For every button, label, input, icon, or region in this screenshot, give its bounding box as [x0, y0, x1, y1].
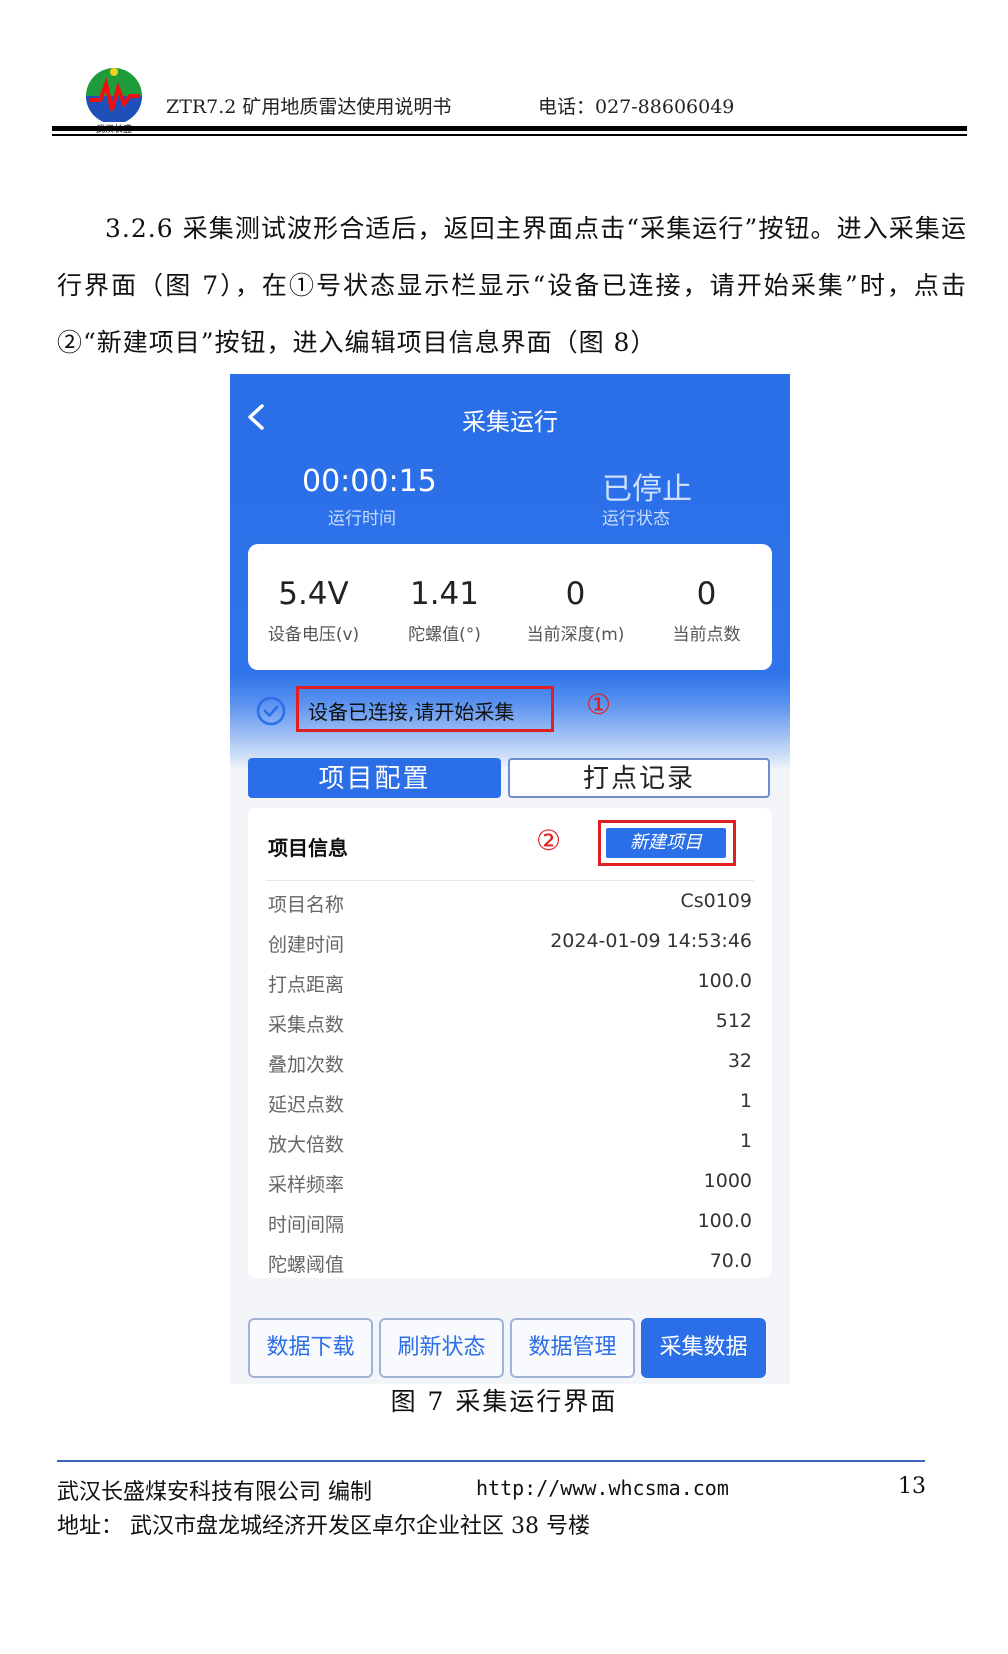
row-key: 延迟点数: [268, 1094, 345, 1116]
footer-rule: [57, 1460, 925, 1462]
collect-data-button[interactable]: 采集数据: [641, 1318, 766, 1378]
metric-label: 当前深度(m): [526, 625, 625, 645]
refresh-status-button[interactable]: 刷新状态: [379, 1318, 504, 1378]
metric-voltage: 5.4V 设备电压(v): [248, 544, 379, 645]
run-time-label: 运行时间: [328, 509, 396, 529]
metric-gyro: 1.41 陀螺值(°): [379, 544, 510, 645]
row-key: 放大倍数: [268, 1134, 345, 1156]
footer-company: 武汉长盛煤安科技有限公司 编制: [57, 1480, 372, 1505]
info-row-stack: 叠加次数 32: [268, 1050, 752, 1080]
info-row-gyro-threshold: 陀螺阈值 70.0: [268, 1250, 752, 1278]
app-screenshot: 采集运行 00:00:15 运行时间 已停止 运行状态 5.4V 设备电压(v)…: [230, 374, 790, 1384]
row-value: 100.0: [697, 1210, 752, 1232]
check-circle-icon: [256, 696, 286, 726]
metric-value: 1.41: [409, 576, 480, 612]
project-info-title: 项目信息: [268, 836, 348, 860]
metric-value: 0: [565, 576, 586, 612]
run-state-label: 运行状态: [602, 509, 670, 529]
row-value: 1000: [703, 1170, 752, 1192]
marker-1: ①: [586, 688, 612, 721]
footer-address: 地址： 武汉市盘龙城经济开发区卓尔企业社区 38 号楼: [57, 1514, 590, 1539]
data-manage-button[interactable]: 数据管理: [510, 1318, 635, 1378]
row-value: 32: [727, 1050, 752, 1072]
doc-title: ZTR7.2 矿用地质雷达使用说明书: [166, 96, 452, 118]
metric-label: 当前点数: [672, 625, 741, 645]
row-key: 时间间隔: [268, 1214, 345, 1236]
tab-point-records[interactable]: 打点记录: [508, 758, 770, 798]
row-value: Cs0109: [680, 890, 752, 912]
header-rule-thin: [52, 134, 967, 136]
info-row-created: 创建时间 2024-01-09 14:53:46: [268, 930, 752, 960]
metrics-card: 5.4V 设备电压(v) 1.41 陀螺值(°) 0 当前深度(m) 0 当前点…: [248, 544, 772, 670]
project-info-card: 项目信息 ② 新建项目 项目名称 Cs0109 创建时间 2024-01-09 …: [248, 808, 772, 1278]
row-key: 项目名称: [268, 894, 345, 916]
metric-points: 0 当前点数: [641, 544, 772, 645]
row-value: 1: [739, 1090, 752, 1112]
metric-value: 5.4V: [278, 576, 349, 612]
header-rule: [52, 126, 967, 131]
footer-website[interactable]: http://www.whcsma.com: [476, 1476, 729, 1500]
info-row-delay: 延迟点数 1: [268, 1090, 752, 1120]
run-state-value: 已停止: [602, 472, 692, 507]
figure-caption: 图 7 采集运行界面: [390, 1387, 618, 1416]
row-key: 叠加次数: [268, 1054, 345, 1076]
row-value: 2024-01-09 14:53:46: [550, 930, 752, 952]
header-phone: 电话：027-88606049: [538, 96, 735, 118]
app-title: 采集运行: [462, 408, 558, 436]
page-number: 13: [898, 1474, 926, 1499]
row-key: 采集点数: [268, 1014, 345, 1036]
divider: [266, 880, 754, 881]
run-time-value: 00:00:15: [302, 464, 437, 499]
row-key: 创建时间: [268, 934, 345, 956]
row-value: 70.0: [709, 1250, 752, 1272]
metric-value: 0: [696, 576, 717, 612]
info-row-interval: 时间间隔 100.0: [268, 1210, 752, 1240]
data-download-button[interactable]: 数据下载: [248, 1318, 373, 1378]
new-project-button[interactable]: 新建项目: [606, 828, 726, 858]
info-row-frequency: 采样频率 1000: [268, 1170, 752, 1200]
row-key: 采样频率: [268, 1174, 345, 1196]
info-row-gain: 放大倍数 1: [268, 1130, 752, 1160]
metric-label: 设备电压(v): [267, 625, 360, 645]
status-text: 设备已连接,请开始采集: [308, 700, 515, 724]
info-row-distance: 打点距离 100.0: [268, 970, 752, 1000]
row-value: 100.0: [697, 970, 752, 992]
metric-depth: 0 当前深度(m): [510, 544, 641, 645]
row-key: 打点距离: [268, 974, 345, 996]
instruction-paragraph: 3.2.6 采集测试波形合适后，返回主界面点击“采集运行”按钮。进入采集运行界面…: [57, 214, 967, 357]
info-row-samples: 采集点数 512: [268, 1010, 752, 1040]
info-row-name: 项目名称 Cs0109: [268, 890, 752, 920]
row-key: 陀螺阈值: [268, 1254, 345, 1276]
tab-project-config[interactable]: 项目配置: [248, 758, 501, 798]
marker-2: ②: [536, 824, 562, 857]
row-value: 512: [715, 1010, 752, 1032]
metric-label: 陀螺值(°): [408, 625, 481, 645]
row-value: 1: [739, 1130, 752, 1152]
